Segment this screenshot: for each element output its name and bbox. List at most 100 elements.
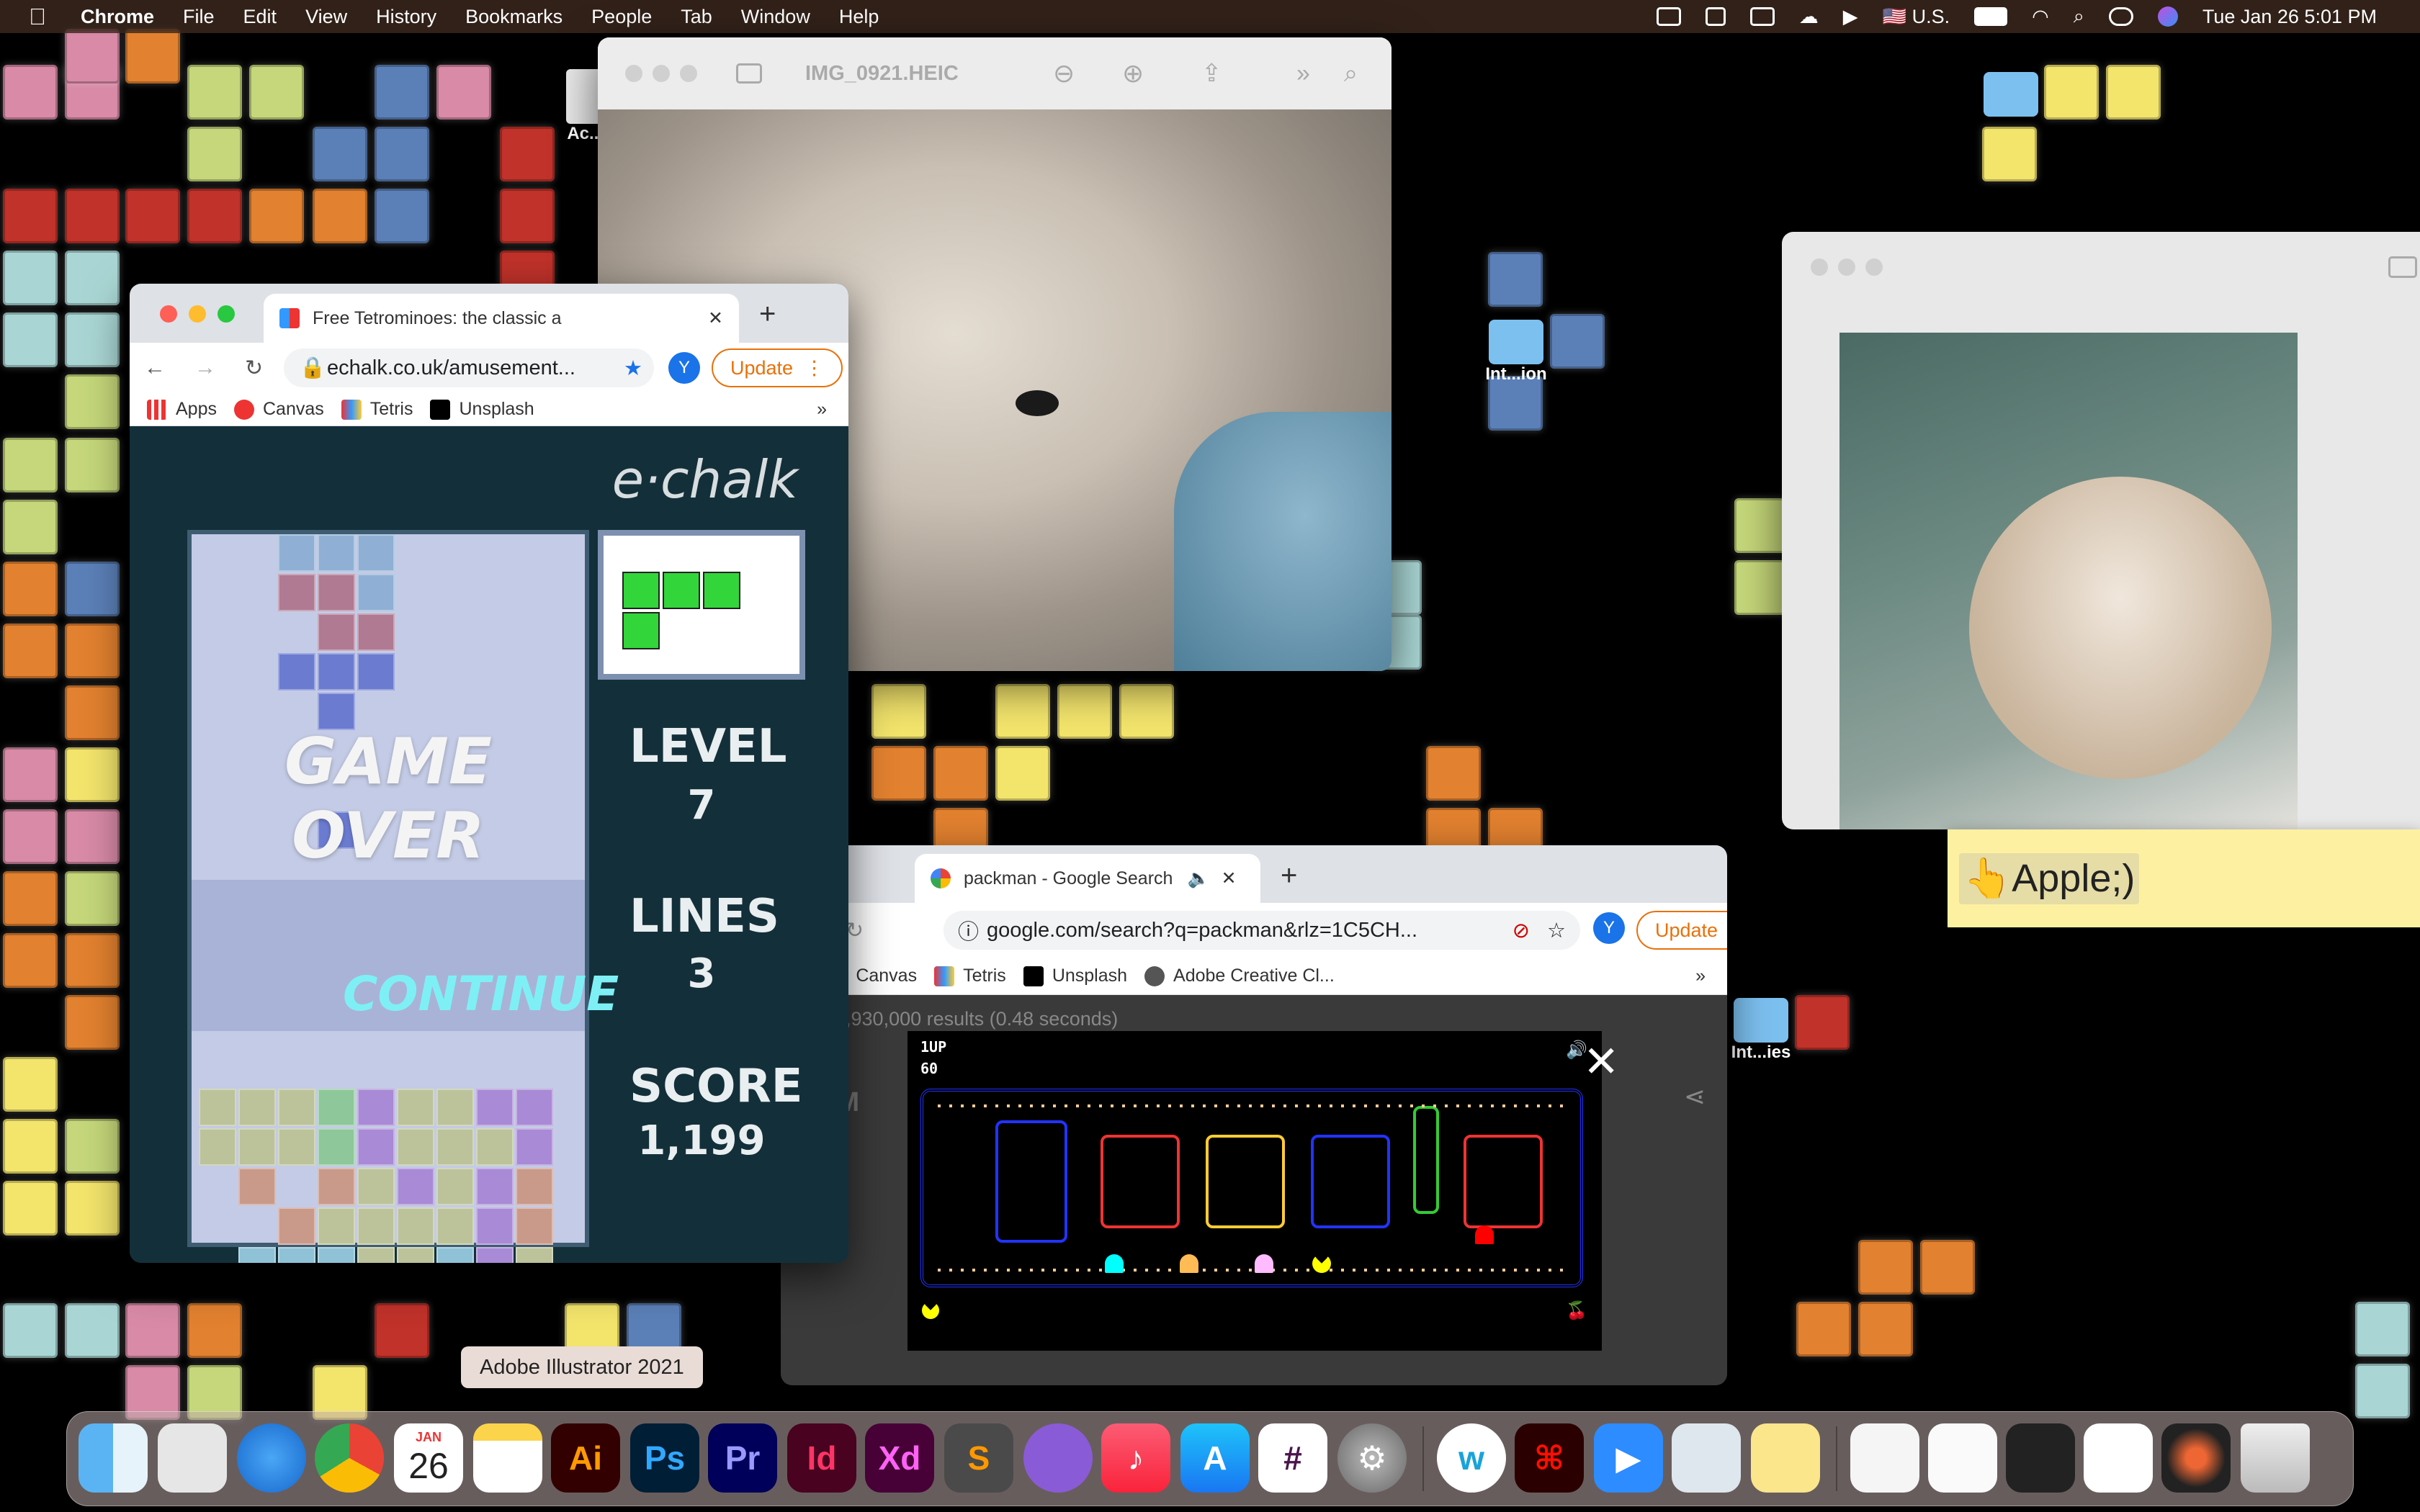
dock-recent-document-icon[interactable] [2006, 1423, 2075, 1493]
apple-menu-icon[interactable]:  [29, 4, 46, 30]
profile-avatar[interactable]: Y [1593, 912, 1625, 944]
dock-github-icon[interactable] [1023, 1423, 1093, 1493]
close-button[interactable] [625, 65, 642, 82]
dock-preview-icon[interactable] [1672, 1423, 1741, 1493]
wifi-icon[interactable]: ◠ [2032, 6, 2049, 28]
zoom-button[interactable] [218, 305, 235, 323]
address-bar[interactable]: 🔒 echalk.co.uk/amusement... ★ [284, 348, 654, 387]
minimize-button[interactable] [189, 305, 206, 323]
bookmark-tetris[interactable]: Tetris [341, 399, 413, 420]
dock-calendar-icon[interactable]: JAN 26 [394, 1423, 463, 1493]
dock-launchpad-icon[interactable] [158, 1423, 227, 1493]
close-button[interactable] [1811, 258, 1828, 276]
dock-acrobat-icon[interactable]: ⌘ [1515, 1423, 1584, 1493]
dock-photoshop-icon[interactable]: Ps [630, 1423, 699, 1493]
dock-finder-icon[interactable] [79, 1423, 148, 1493]
desktop-icon-int-ies[interactable]: Int...ies [1721, 998, 1801, 1063]
display-icon[interactable] [1749, 7, 1775, 26]
tetris-game[interactable]: e·chalk GAME OVER CONTINUE LEVEL 7 LINES… [130, 444, 848, 1263]
dock-recent-document-icon[interactable] [2161, 1423, 2231, 1493]
bookmark-star-icon[interactable]: ☆ [1547, 918, 1566, 943]
dock-system-preferences-icon[interactable]: ⚙ [1337, 1423, 1407, 1493]
battery-icon[interactable] [1974, 7, 2008, 26]
continue-button[interactable]: CONTINUE [343, 966, 619, 1022]
tab-close-icon[interactable]: ✕ [1222, 868, 1237, 889]
bookmark-adobe[interactable]: Adobe Creative Cl... [1144, 966, 1335, 986]
search-icon[interactable]: ⌕ [2074, 5, 2084, 28]
zoom-in-icon[interactable]: ⊕ [1122, 58, 1144, 89]
new-tab-button[interactable]: + [1281, 860, 1297, 892]
search-icon[interactable]: ⌕ [1344, 60, 1358, 88]
bookmark-apps[interactable]: Apps [147, 399, 217, 420]
tab-google-search[interactable]: packman - Google Search 🔈 ✕ [915, 854, 1260, 903]
dock-illustrator-icon[interactable]: Ai [551, 1423, 620, 1493]
update-button[interactable]: Update⋮ [1636, 911, 1727, 950]
bookmarks-overflow-icon[interactable]: » [1695, 966, 1706, 986]
menu-people[interactable]: People [591, 6, 652, 28]
sidebar-toggle-icon[interactable] [736, 63, 762, 84]
dock-xd-icon[interactable]: Xd [865, 1423, 934, 1493]
menu-bookmarks[interactable]: Bookmarks [465, 6, 563, 28]
menu-help[interactable]: Help [839, 6, 879, 28]
menu-clock[interactable]: Tue Jan 26 5:01 PM [2202, 6, 2377, 28]
dock-recent-document-icon[interactable] [2084, 1423, 2153, 1493]
dock-music-icon[interactable]: ♪ [1101, 1423, 1170, 1493]
new-tab-button[interactable]: + [759, 298, 776, 330]
forward-icon[interactable]: → [194, 356, 216, 380]
menu-app-name[interactable]: Chrome [81, 6, 154, 28]
dock-recent-document-icon[interactable] [1928, 1423, 1997, 1493]
close-doodle-button[interactable]: ✕ [1583, 1037, 1619, 1087]
dock-premiere-icon[interactable]: Pr [708, 1423, 777, 1493]
dock-trash-icon[interactable] [2241, 1423, 2310, 1493]
dock-safari-icon[interactable] [237, 1423, 306, 1493]
play-icon[interactable]: ▶ [1843, 6, 1858, 28]
sidebar-toggle-icon[interactable] [2388, 256, 2417, 278]
siri-icon[interactable] [2157, 6, 2178, 27]
dock-recent-document-icon[interactable] [1850, 1423, 1919, 1493]
close-button[interactable] [160, 305, 177, 323]
zoom-status-icon[interactable] [1656, 7, 1681, 26]
menu-edit[interactable]: Edit [243, 6, 277, 28]
minimize-button[interactable] [653, 65, 670, 82]
update-button[interactable]: Update⋮ [712, 348, 843, 387]
bookmark-unsplash[interactable]: Unsplash [430, 399, 534, 420]
desktop-icon-int-ion[interactable]: Int...ion [1476, 320, 1556, 384]
tab-close-icon[interactable]: ✕ [708, 307, 723, 329]
zoom-out-icon[interactable]: ⊖ [1053, 58, 1075, 89]
dock-notes-icon[interactable] [473, 1423, 542, 1493]
menu-view[interactable]: View [305, 6, 347, 28]
blocked-icon[interactable]: ⊘ [1512, 918, 1530, 943]
dock-indesign-icon[interactable]: Id [787, 1423, 856, 1493]
input-source[interactable]: 🇺🇸 U.S. [1883, 5, 1950, 28]
bookmarks-overflow-icon[interactable]: » [817, 399, 827, 420]
dock-slack-icon[interactable]: # [1258, 1423, 1327, 1493]
dock-sublime-icon[interactable]: S [944, 1423, 1013, 1493]
dock-app-store-icon[interactable]: A [1180, 1423, 1250, 1493]
bookmark-canvas[interactable]: Canvas [233, 399, 324, 420]
bookmark-star-icon[interactable]: ★ [624, 356, 642, 381]
back-icon[interactable]: ← [144, 356, 166, 380]
menu-window[interactable]: Window [741, 6, 810, 28]
address-bar[interactable]: ⓘ google.com/search?q=packman&rlz=1C5CH.… [944, 911, 1580, 950]
bookmark-unsplash[interactable]: Unsplash [1023, 966, 1127, 986]
dock-stickies-icon[interactable] [1751, 1423, 1820, 1493]
dock-zoom-icon[interactable]: ▶ [1594, 1423, 1663, 1493]
menu-history[interactable]: History [376, 6, 436, 28]
sticky-note[interactable]: 👆Apple;) [1948, 829, 2420, 927]
minimize-button[interactable] [1838, 258, 1855, 276]
screen-icon[interactable] [1705, 7, 1726, 26]
tab-tetrominoes[interactable]: Free Tetrominoes: the classic a ✕ [264, 294, 739, 343]
bookmark-tetris[interactable]: Tetris [934, 966, 1006, 986]
cloud-icon[interactable]: ☁ [1799, 6, 1819, 28]
reload-icon[interactable]: ↻ [245, 356, 263, 381]
pacman-doodle[interactable]: 1UP 60 🔊 🍒 [908, 1031, 1602, 1351]
share-icon[interactable]: ⇪ [1201, 59, 1222, 88]
share-icon[interactable]: ⋖ [1684, 1081, 1706, 1112]
speaker-icon[interactable]: 🔈 [1187, 868, 1209, 889]
desktop-folder-icon[interactable] [1984, 72, 2038, 117]
zoom-button[interactable] [680, 65, 697, 82]
menu-tab[interactable]: Tab [681, 6, 712, 28]
dock-chrome-icon[interactable] [315, 1423, 384, 1493]
control-center-icon[interactable] [2108, 7, 2133, 26]
profile-avatar[interactable]: Y [668, 352, 700, 384]
